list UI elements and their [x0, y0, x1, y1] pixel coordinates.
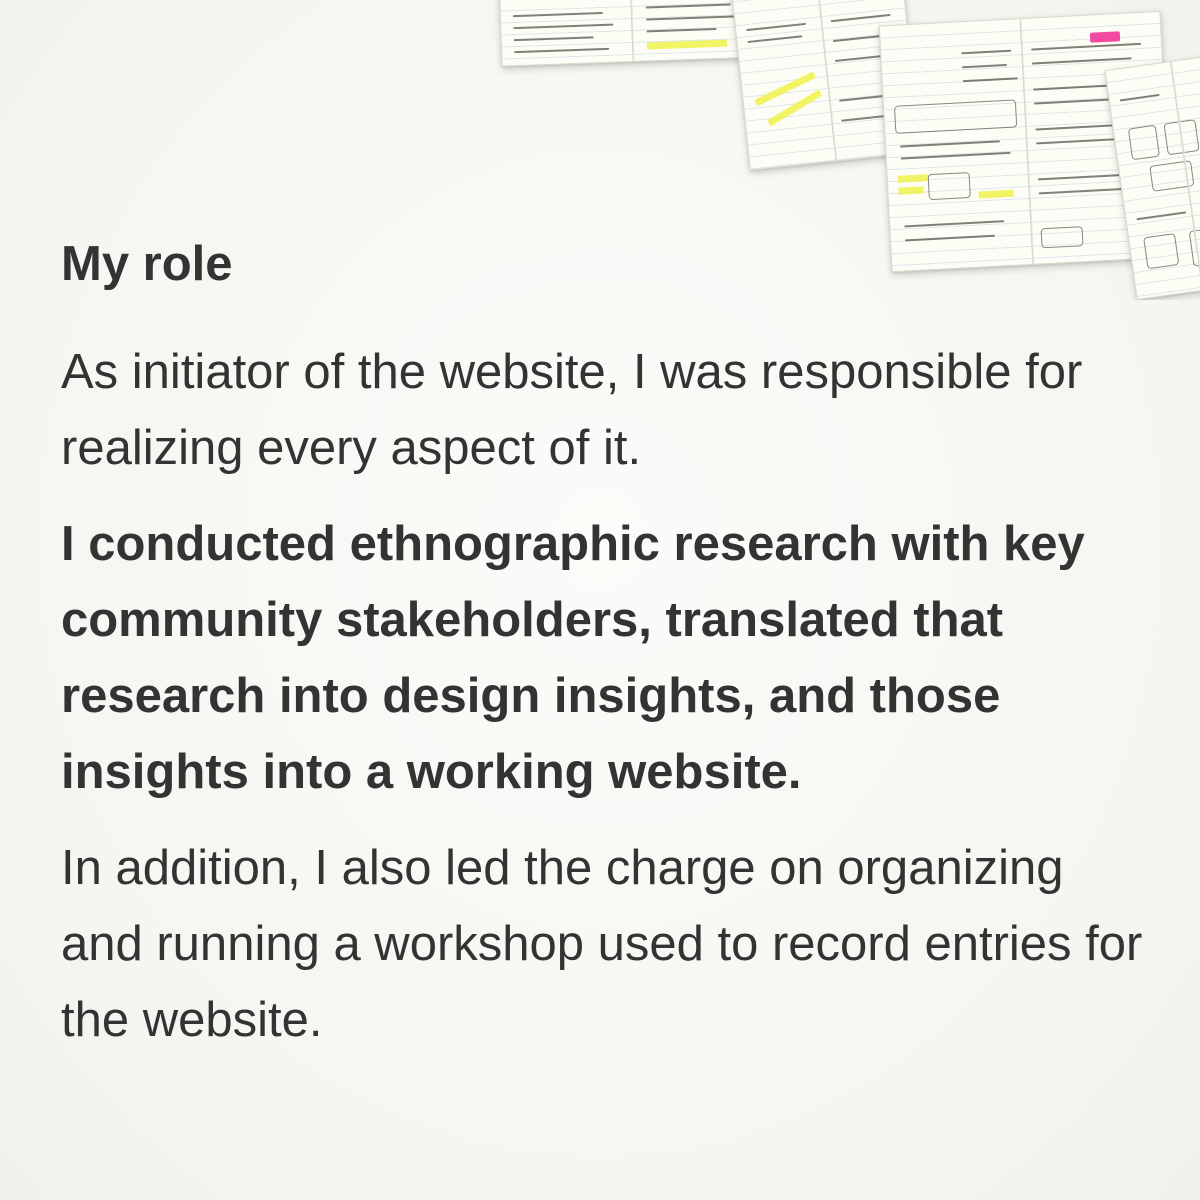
intro-paragraph: As initiator of the website, I was respo… [61, 345, 1083, 475]
section-heading: My role [61, 237, 233, 291]
role-section: My role As initiator of the website, I w… [61, 236, 1151, 1058]
notebook-page [498, 0, 764, 67]
sticky-tab [1089, 31, 1121, 43]
closing-paragraph: In addition, I also led the charge on or… [61, 841, 1143, 1047]
highlight-paragraph: I conducted ethnographic research with k… [61, 517, 1085, 799]
